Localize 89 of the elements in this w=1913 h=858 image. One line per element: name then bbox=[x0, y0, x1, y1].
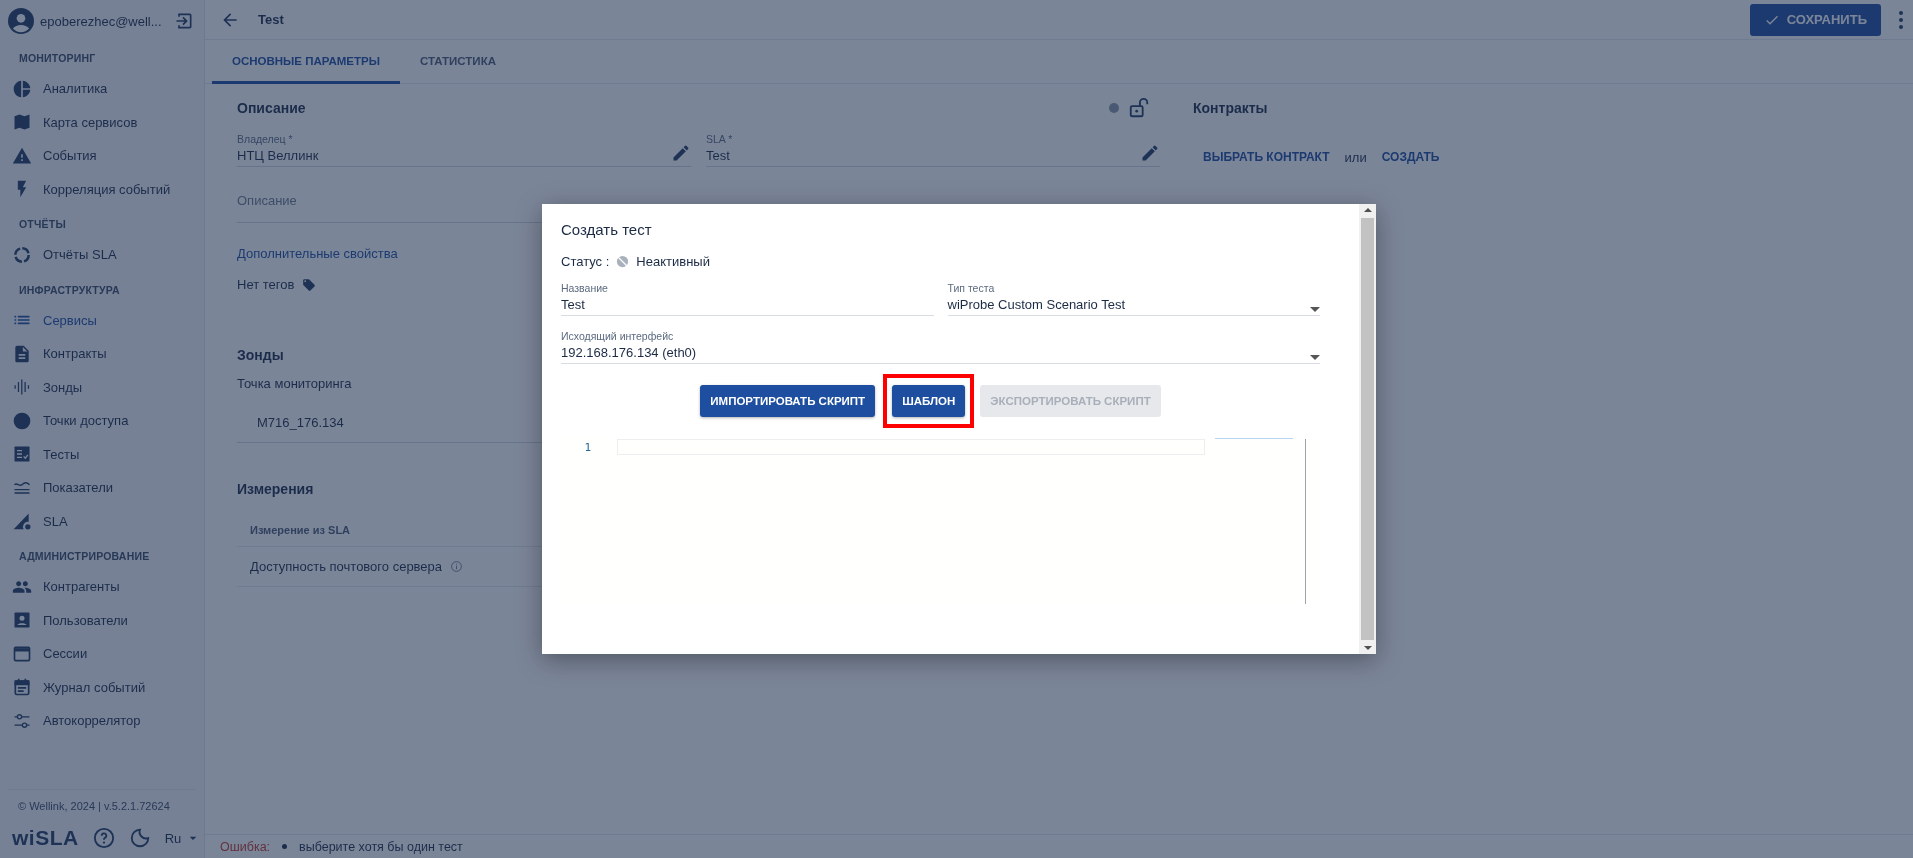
sidebar-item[interactable]: Пользователи bbox=[0, 603, 204, 637]
sidebar-item[interactable]: Корреляция событий bbox=[0, 172, 204, 206]
person-card-icon bbox=[12, 610, 32, 631]
sidebar-item[interactable]: Контрагенты bbox=[0, 570, 204, 604]
dialog-title: Создать тест bbox=[561, 221, 653, 238]
checklist-icon bbox=[12, 444, 32, 465]
select-field[interactable]: Исходящий интерфейс 192.168.176.134 (eth0) bbox=[561, 330, 1320, 364]
text-field[interactable]: SLA * Test bbox=[706, 133, 1160, 167]
template-button[interactable]: ШАБЛОН bbox=[892, 385, 966, 417]
field-label: Исходящий интерфейс bbox=[561, 330, 675, 342]
field-label: SLA * bbox=[706, 133, 734, 145]
create-button[interactable]: СОЗДАТЬ bbox=[1381, 146, 1440, 168]
moon-icon bbox=[128, 827, 151, 849]
text-field[interactable]: Владелец * НТЦ Веллинк bbox=[237, 133, 691, 167]
section-heading: Зонды bbox=[237, 347, 284, 363]
lock-open-icon bbox=[1128, 97, 1150, 119]
tags-text: Нет тегов bbox=[237, 277, 295, 292]
section-heading: Описание bbox=[237, 100, 306, 116]
sidebar-item[interactable]: Тесты bbox=[0, 437, 204, 471]
sidebar-item[interactable]: Сессии bbox=[0, 637, 204, 671]
language-select[interactable]: Ru bbox=[164, 830, 202, 846]
more-icon bbox=[1899, 10, 1903, 29]
sidebar-item[interactable]: Сервисы bbox=[0, 303, 204, 337]
circle-icon bbox=[12, 410, 32, 431]
table-cell: Доступность почтового сервера bbox=[250, 559, 443, 574]
save-button[interactable]: СОХРАНИТЬ bbox=[1749, 3, 1881, 36]
text-field[interactable]: Название Test bbox=[561, 282, 934, 316]
info-icon bbox=[450, 560, 464, 573]
sidebar-item[interactable]: Точки доступа bbox=[0, 404, 204, 438]
section-title: ИНФРАСТРУКТУРА bbox=[18, 282, 121, 298]
field-value: НТЦ Веллинк bbox=[237, 148, 320, 163]
bullet-dot bbox=[282, 844, 288, 849]
sidebar-item[interactable]: Автокоррелятор bbox=[0, 704, 204, 738]
sidebar-item[interactable]: Аналитика bbox=[0, 72, 204, 106]
pencil-icon bbox=[1140, 143, 1160, 163]
script-button: ЭКСПОРТИРОВАТЬ СКРИПТ bbox=[980, 385, 1161, 417]
field-value: wiProbe Custom Scenario Test bbox=[947, 297, 1126, 312]
avatar-icon bbox=[8, 8, 34, 34]
section-title: МОНИТОРИНГ bbox=[18, 51, 97, 66]
line-number: 1 bbox=[583, 440, 591, 454]
tab[interactable]: ОСНОВНЫЕ ПАРАМЕТРЫ bbox=[212, 40, 400, 84]
section-title: АДМИНИСТРИРОВАНИЕ bbox=[18, 549, 151, 564]
page-title: Test bbox=[258, 12, 285, 27]
logo: wiSLA bbox=[12, 826, 79, 850]
pie-chart-icon bbox=[12, 78, 32, 99]
dropdown-caret-icon bbox=[1310, 355, 1320, 360]
sidebar-item[interactable]: SLA bbox=[0, 504, 204, 538]
link[interactable]: Дополнительные свойства bbox=[237, 246, 398, 261]
field-value: 192.168.176.134 (eth0) bbox=[561, 345, 698, 360]
document-icon bbox=[12, 343, 32, 364]
dropdown-caret-icon bbox=[1310, 307, 1320, 312]
help-icon bbox=[92, 827, 115, 849]
section-heading: Измерения bbox=[237, 481, 314, 497]
sidebar-item[interactable]: Карта сервисов bbox=[0, 105, 204, 139]
sidebar-item[interactable]: Показатели bbox=[0, 471, 204, 505]
status-dot-icon bbox=[1108, 102, 1120, 114]
tab[interactable]: СТАТИСТИКА bbox=[400, 40, 516, 84]
or-text: или bbox=[1344, 149, 1367, 165]
triangle-gear-icon bbox=[12, 511, 32, 532]
calendar-icon bbox=[12, 677, 32, 698]
sidebar-item[interactable]: Отчёты SLA bbox=[0, 238, 204, 272]
section-heading: Контракты bbox=[1193, 100, 1268, 116]
sidebar-item[interactable]: Зонды bbox=[0, 370, 204, 404]
status-value: Неактивный bbox=[636, 254, 710, 269]
error-message: выберите хотя бы один тест bbox=[299, 839, 463, 854]
choose-contract-button[interactable]: ВЫБРАТЬ КОНТРАКТ bbox=[1203, 146, 1330, 168]
field-label: Название bbox=[561, 282, 609, 294]
field-value: Test bbox=[561, 297, 586, 312]
field-label: Тип теста bbox=[947, 282, 996, 294]
sidebar-item[interactable]: Контракты bbox=[0, 337, 204, 371]
user-name: epoberezhec@well... bbox=[40, 13, 163, 29]
error-label: Ошибка: bbox=[220, 839, 271, 854]
sidebar-item[interactable]: События bbox=[0, 139, 204, 173]
section-title: ОТЧЁТЫ bbox=[18, 217, 67, 232]
map-icon bbox=[12, 112, 32, 133]
copyright-text: © Wellink, 2024 | v.5.2.1.72624 bbox=[8, 789, 196, 822]
field-value: Test bbox=[706, 148, 731, 163]
sidebar-item[interactable]: Журнал событий bbox=[0, 670, 204, 704]
select-field[interactable]: Тип теста wiProbe Custom Scenario Test bbox=[947, 282, 1320, 316]
inactive-status-icon bbox=[615, 254, 631, 269]
waveform-icon bbox=[12, 377, 32, 398]
ring-icon bbox=[12, 244, 32, 265]
pencil-icon bbox=[671, 143, 691, 163]
tag-icon bbox=[302, 277, 317, 292]
logout-icon bbox=[174, 11, 194, 31]
status-label: Статус : bbox=[561, 254, 610, 269]
field-label: Владелец * bbox=[237, 133, 294, 145]
field-label: Точка мониторинга bbox=[237, 376, 352, 391]
script-button[interactable]: ИМПОРТИРОВАТЬ СКРИПТ bbox=[700, 385, 876, 417]
